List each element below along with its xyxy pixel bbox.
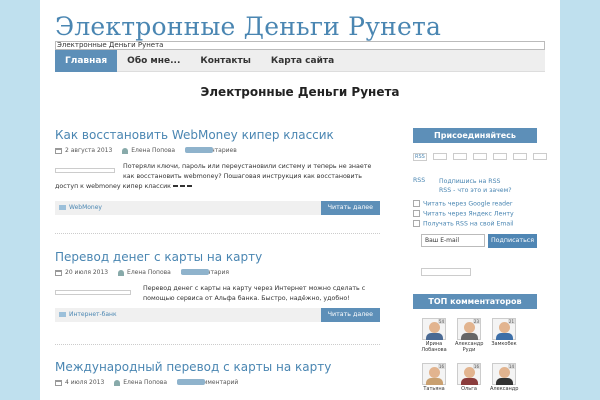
post-title[interactable]: Перевод денег с карты на карту — [55, 250, 380, 264]
commenter[interactable]: 14 Александр — [490, 363, 518, 392]
avatar: 16 — [457, 363, 481, 385]
commenter[interactable]: 21 Замкобек — [490, 318, 518, 347]
subscribe-button[interactable]: Подписаться — [488, 234, 537, 248]
widget-title-join: Присоединяйтесь — [413, 128, 537, 143]
commenter[interactable]: 16 Ольга — [455, 363, 483, 392]
post-separator — [55, 344, 380, 345]
comment-icon — [176, 379, 205, 385]
social-button[interactable] — [513, 153, 528, 160]
yandex-icon — [413, 210, 420, 217]
post: Как восстановить WebMoney кипер классик … — [55, 128, 380, 215]
avatar: 16 — [422, 363, 446, 385]
avatar: 23 — [457, 318, 481, 340]
commenter-name: Ольга — [461, 386, 477, 392]
post-author[interactable]: Елена Попова — [131, 147, 175, 154]
post-author[interactable]: Елена Попова — [123, 379, 167, 386]
post-category[interactable]: Интернет-банк — [59, 308, 117, 322]
social-button[interactable] — [493, 153, 508, 160]
email-icon — [413, 220, 420, 227]
social-buttons-row: RSS — [413, 153, 548, 161]
commenter-name: Татьяна — [423, 386, 445, 392]
post-footer: WebMoney Читать далее — [55, 201, 380, 215]
post-date: 4 июля 2013 — [65, 379, 105, 386]
post-category[interactable]: WebMoney — [59, 201, 102, 215]
post-author[interactable]: Елена Попова — [127, 269, 171, 276]
folder-icon — [59, 312, 66, 317]
post-title[interactable]: Как восстановить WebMoney кипер классик — [55, 128, 380, 142]
page-container: Электронные Деньги Рунета Электронные Де… — [40, 0, 560, 400]
comment-count: 14 — [507, 364, 515, 369]
what-is-rss-link[interactable]: RSS - что это и зачем? — [439, 187, 512, 194]
commenter[interactable]: 16 Татьяна — [420, 363, 448, 392]
post-title[interactable]: Международный перевод с карты на карту — [55, 360, 380, 374]
rss-badge[interactable]: RSS — [413, 153, 427, 161]
avatar: 21 — [492, 318, 516, 340]
comment-icon — [180, 269, 209, 275]
post: Перевод денег с карты на карту 20 июля 2… — [55, 250, 380, 322]
google-reader-icon — [413, 200, 420, 207]
read-more-button[interactable]: Читать далее — [320, 308, 380, 322]
post-footer: Интернет-банк Читать далее — [55, 308, 380, 322]
comment-count: 54 — [437, 319, 445, 324]
post-thumbnail — [55, 290, 131, 295]
read-yandex-item[interactable]: Читать через Яндекс Ленту — [413, 210, 514, 218]
rss-link[interactable]: RSS — [413, 177, 425, 184]
post-excerpt-text: Перевод денег с карты на карту через Инт… — [143, 285, 366, 302]
avatar: 54 — [422, 318, 446, 340]
commenter-name: Замкобек — [491, 341, 517, 347]
nav-item-sitemap[interactable]: Карта сайта — [261, 50, 344, 72]
comment-icon — [184, 147, 213, 153]
social-button[interactable] — [533, 153, 548, 160]
nav-item-about[interactable]: Обо мне... — [117, 50, 190, 72]
calendar-icon — [55, 147, 62, 154]
post-meta: 20 июля 2013 Елена Попова 2 комментария — [55, 269, 380, 277]
social-button[interactable] — [432, 153, 447, 160]
social-button[interactable] — [473, 153, 488, 160]
comment-count: 23 — [472, 319, 480, 324]
email-input[interactable]: Ваш E-mail — [421, 234, 485, 247]
post-excerpt: Потеряли ключи, пароль или переустановил… — [55, 162, 380, 192]
read-more-button[interactable]: Читать далее — [320, 201, 380, 215]
user-icon — [114, 379, 121, 386]
page-heading: Электронные Деньги Рунета — [200, 85, 400, 99]
email-rss-item[interactable]: Получать RSS на свой Email — [413, 220, 514, 228]
user-icon — [118, 269, 125, 276]
post-separator — [55, 233, 380, 234]
comment-count: 16 — [437, 364, 445, 369]
comment-count: 21 — [507, 319, 515, 324]
nav-item-contacts[interactable]: Контакты — [190, 50, 261, 72]
post-date: 20 июля 2013 — [65, 269, 109, 276]
site-title[interactable]: Электронные Деньги Рунета — [55, 12, 441, 41]
social-button[interactable] — [453, 153, 468, 160]
commenter-name: Ирина Лобанова — [421, 341, 447, 353]
post-thumbnail — [55, 168, 115, 173]
main-nav: Главная Обо мне... Контакты Карта сайта — [55, 50, 545, 72]
page-background-left — [0, 0, 40, 400]
read-google-item[interactable]: Читать через Google reader — [413, 200, 512, 208]
avatar: 14 — [492, 363, 516, 385]
post-date: 2 августа 2013 — [65, 147, 113, 154]
comment-count: 16 — [472, 364, 480, 369]
post: Международный перевод с карты на карту 4… — [55, 360, 380, 387]
nav-item-home[interactable]: Главная — [55, 50, 118, 72]
commenter[interactable]: 23 Александр Руди — [455, 318, 483, 353]
user-icon — [122, 147, 129, 154]
post-excerpt: Перевод денег с карты на карту через Инт… — [55, 284, 380, 304]
commenter[interactable]: 54 Ирина Лобанова — [420, 318, 448, 353]
post-meta: 4 июля 2013 Елена Попова Один комментари… — [55, 379, 380, 387]
subscribe-rss-link[interactable]: Подпишись на RSS — [439, 178, 500, 185]
commenter-name: Александр — [490, 386, 519, 392]
widget-title-top-commenters: ТОП комментаторов — [413, 294, 537, 309]
site-tagline: Электронные Деньги Рунета — [55, 41, 545, 50]
calendar-icon — [55, 379, 62, 386]
commenter-name: Александр Руди — [455, 341, 484, 353]
feed-counter — [421, 268, 471, 276]
folder-icon — [59, 205, 66, 210]
page-background-right — [560, 0, 600, 400]
post-meta: 2 августа 2013 Елена Попова 6 комментари… — [55, 147, 380, 155]
calendar-icon — [55, 269, 62, 276]
